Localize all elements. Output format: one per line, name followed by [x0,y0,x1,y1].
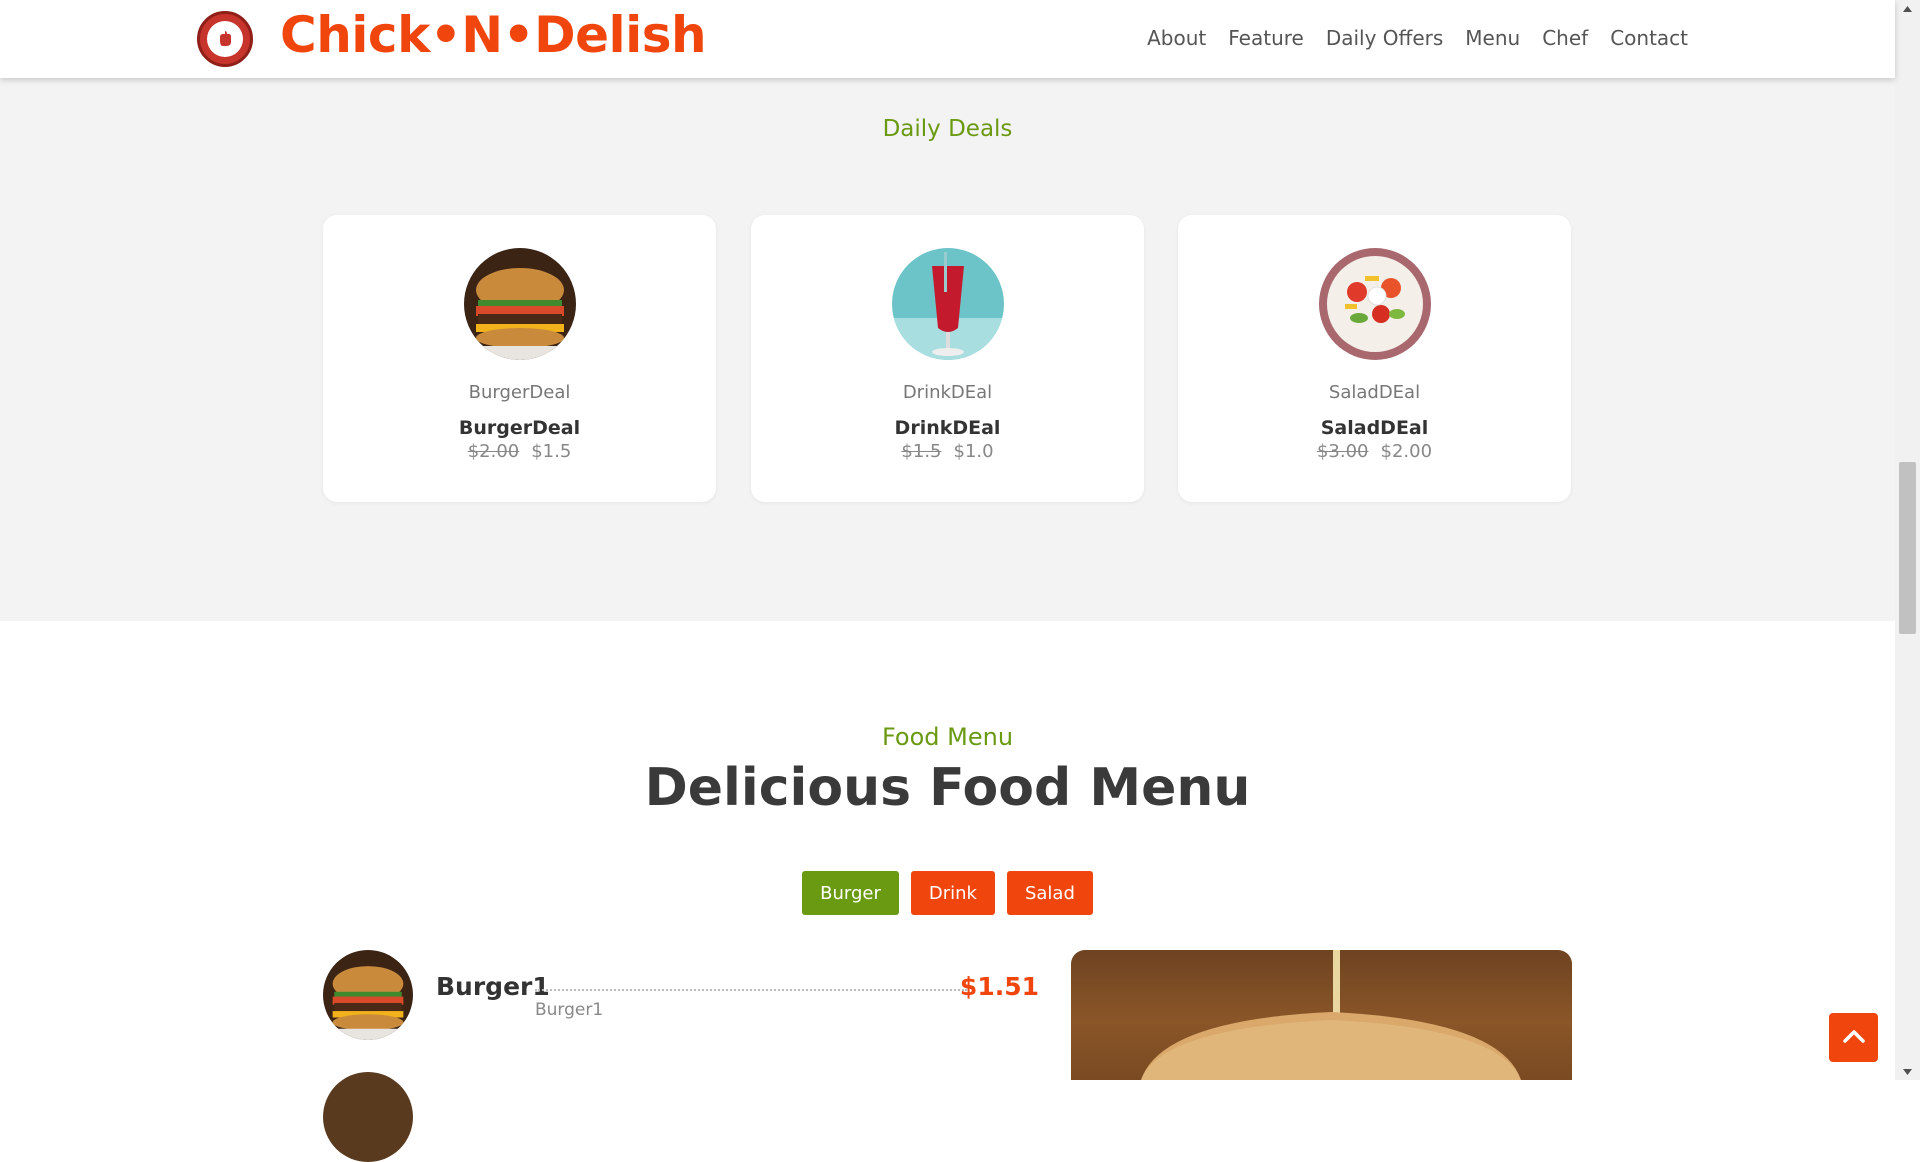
menu-filters: Burger Drink Salad [0,871,1895,915]
logo-icon[interactable] [197,11,253,67]
deal-price: $2.00 [1380,441,1433,462]
deal-name: DrinkDEal [894,417,1001,439]
deals-subtitle: Daily Deals [882,116,1013,142]
deal-price: $1.0 [953,441,994,462]
menu-item-image [323,1072,413,1162]
filter-drink-button[interactable]: Drink [910,871,995,915]
page-scrollbar[interactable] [1895,0,1920,1080]
chevron-up-icon [1842,1028,1865,1047]
main-nav: About Feature Daily Offers Menu Chef Con… [1147,26,1688,50]
scrollbar-thumb[interactable] [1899,462,1916,634]
deal-old-price: $1.5 [901,441,942,462]
nav-contact[interactable]: Contact [1610,26,1688,50]
deal-card-burger[interactable]: BurgerDeal BurgerDeal $2.00 $1.5 [323,215,716,502]
deal-name: SaladDEal [1320,417,1429,439]
nav-feature[interactable]: Feature [1228,26,1304,50]
nav-menu[interactable]: Menu [1465,26,1520,50]
salad-image [1318,248,1431,360]
deal-prices: $2.00 $1.5 [323,441,716,462]
deal-category: BurgerDeal [468,382,571,403]
deal-prices: $1.5 $1.0 [751,441,1144,462]
menu-item-description: Burger1 [535,1000,604,1020]
burger-image [463,248,576,360]
nav-chef[interactable]: Chef [1542,26,1588,50]
deal-old-price: $2.00 [467,441,520,462]
brand-name[interactable]: Chick•N•Delish [280,6,707,64]
deal-card-salad[interactable]: SaladDEal SaladDEal $3.00 $2.00 [1178,215,1571,502]
deal-card-drink[interactable]: DrinkDEal DrinkDEal $1.5 $1.0 [751,215,1144,502]
daily-deals-section: Daily Deals BurgerDeal BurgerDeal $2.00 $… [0,78,1895,621]
navbar: Chick•N•Delish About Feature Daily Offer… [0,0,1895,78]
deal-old-price: $3.00 [1316,441,1369,462]
scroll-top-button[interactable] [1829,1013,1878,1062]
menu-subtitle: Food Menu [881,723,1014,751]
menu-item-divider [535,989,967,991]
filter-burger-button[interactable]: Burger [802,871,899,915]
scroll-up-arrow-icon[interactable] [1895,0,1920,17]
featured-food-image [1071,950,1572,1080]
deal-category: SaladDEal [1328,382,1421,403]
menu-item-image [323,950,413,1040]
menu-title: Delicious Food Menu [644,758,1251,818]
nav-daily-offers[interactable]: Daily Offers [1326,26,1443,50]
deal-price: $1.5 [531,441,572,462]
filter-salad-button[interactable]: Salad [1006,871,1093,915]
menu-item[interactable]: Burger1 $1.51 Burger1 [323,950,1039,1040]
deal-name: BurgerDeal [458,417,581,439]
menu-item-name: Burger1 [436,972,550,1001]
drink-image [891,248,1004,360]
deal-prices: $3.00 $2.00 [1178,441,1571,462]
nav-about[interactable]: About [1147,26,1206,50]
deal-category: DrinkDEal [902,382,993,403]
scroll-down-arrow-icon[interactable] [1895,1063,1920,1080]
menu-item-price: $1.51 [959,972,1039,1001]
